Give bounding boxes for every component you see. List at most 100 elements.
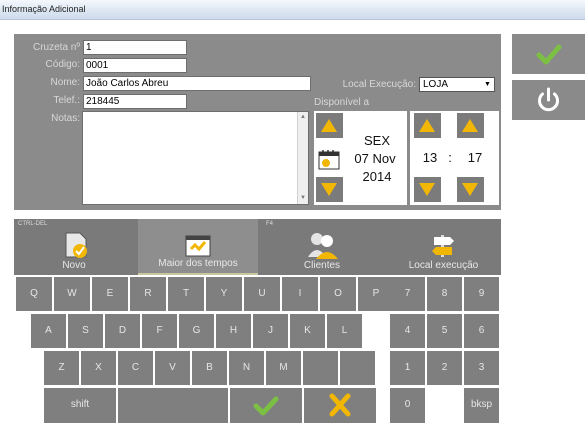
key-x[interactable]: X xyxy=(81,351,116,385)
key-3[interactable]: 3 xyxy=(464,351,499,385)
arrow-down-icon xyxy=(321,183,337,196)
arrow-up-icon xyxy=(462,119,478,132)
key-2[interactable]: 2 xyxy=(427,351,462,385)
key-9[interactable]: 9 xyxy=(464,277,499,311)
form-panel: Cruzeta nº 1 Código: 0001 Nome: João Car… xyxy=(14,34,501,210)
hour-down-button[interactable] xyxy=(414,177,441,202)
key-t[interactable]: T xyxy=(168,277,204,311)
tab-local-execucao[interactable]: Local execução xyxy=(386,219,501,275)
space-key[interactable] xyxy=(118,388,228,423)
key-r[interactable]: R xyxy=(130,277,166,311)
tab-novo[interactable]: CTRL-DEL Novo xyxy=(14,219,134,275)
arrow-down-icon xyxy=(462,183,478,196)
time-picker: 13 : 17 xyxy=(410,111,499,205)
date-picker: SEX 07 Nov 2014 xyxy=(314,111,407,205)
key-q[interactable]: Q xyxy=(16,277,52,311)
local-execucao-select[interactable]: LOJA ▼ xyxy=(419,77,495,92)
key-f[interactable]: F xyxy=(142,314,177,348)
key-comma[interactable] xyxy=(303,351,338,385)
tab-maior-label: Maior dos tempos xyxy=(158,258,238,269)
key-i[interactable]: I xyxy=(282,277,318,311)
nome-label: Nome: xyxy=(50,77,80,88)
hour-up-button[interactable] xyxy=(414,113,441,138)
time-minute: 17 xyxy=(467,150,483,165)
tab-novo-label: Novo xyxy=(62,260,86,271)
arrow-up-icon xyxy=(419,119,435,132)
key-o[interactable]: O xyxy=(320,277,356,311)
disponivel-label: Disponível a xyxy=(314,97,370,108)
key-g[interactable]: G xyxy=(179,314,214,348)
calendar-check-icon xyxy=(185,235,211,257)
local-execucao-label: Local Execução: xyxy=(342,79,416,90)
key-8[interactable]: 8 xyxy=(427,277,462,311)
backspace-key[interactable]: bksp xyxy=(464,388,499,423)
date-down-button[interactable] xyxy=(316,177,343,202)
tab-clientes-label: Clientes xyxy=(303,260,341,271)
tab-novo-shortcut: CTRL-DEL xyxy=(18,221,48,227)
key-a[interactable]: A xyxy=(31,314,66,348)
power-icon xyxy=(538,87,559,112)
checkmark-icon xyxy=(536,44,562,65)
key-6[interactable]: 6 xyxy=(464,314,499,348)
key-w[interactable]: W xyxy=(54,277,90,311)
users-icon xyxy=(308,233,338,259)
key-5[interactable]: 5 xyxy=(427,314,462,348)
minute-up-button[interactable] xyxy=(457,113,484,138)
notes-scrollbar[interactable]: ▲ ▼ xyxy=(297,112,308,204)
title-bar: Informação Adicional xyxy=(0,0,585,20)
codigo-label: Código: xyxy=(45,59,80,70)
signpost-icon xyxy=(432,235,454,257)
on-screen-keyboard: Q W E R T Y U I O P A S D F G H J K L Z … xyxy=(14,277,501,423)
key-k[interactable]: K xyxy=(290,314,325,348)
codigo-field[interactable]: 0001 xyxy=(83,58,187,73)
date-year: 2014 xyxy=(362,169,392,184)
key-b[interactable]: B xyxy=(192,351,227,385)
date-up-button[interactable] xyxy=(316,113,343,138)
telef-field[interactable]: 218445 xyxy=(83,94,187,109)
shift-key[interactable]: shift xyxy=(44,388,116,423)
key-m[interactable]: M xyxy=(266,351,301,385)
key-u[interactable]: U xyxy=(244,277,280,311)
key-v[interactable]: V xyxy=(155,351,190,385)
confirm-button[interactable] xyxy=(512,34,585,74)
scroll-up-icon[interactable]: ▲ xyxy=(298,112,308,123)
keyboard-cancel-button[interactable] xyxy=(304,388,376,423)
key-y[interactable]: Y xyxy=(206,277,242,311)
arrow-up-icon xyxy=(321,119,337,132)
calendar-icon xyxy=(318,150,340,170)
power-button[interactable] xyxy=(512,80,585,120)
tab-clientes[interactable]: F4 Clientes xyxy=(262,219,382,275)
chevron-down-icon[interactable]: ▼ xyxy=(482,79,493,90)
minute-down-button[interactable] xyxy=(457,177,484,202)
date-day-month: 07 Nov xyxy=(354,151,396,166)
notes-textarea[interactable]: ▲ ▼ xyxy=(82,111,309,205)
arrow-down-icon xyxy=(419,183,435,196)
key-n[interactable]: N xyxy=(229,351,264,385)
key-period[interactable] xyxy=(340,351,375,385)
keyboard-confirm-button[interactable] xyxy=(230,388,302,423)
key-7[interactable]: 7 xyxy=(390,277,425,311)
window-title: Informação Adicional xyxy=(2,4,86,14)
new-document-icon xyxy=(65,232,87,258)
key-c[interactable]: C xyxy=(118,351,153,385)
nome-field[interactable]: João Carlos Abreu xyxy=(83,76,311,91)
key-p[interactable]: P xyxy=(358,277,394,311)
key-j[interactable]: J xyxy=(253,314,288,348)
key-z[interactable]: Z xyxy=(44,351,79,385)
calendar-button[interactable] xyxy=(316,147,343,172)
tab-maior-dos-tempos[interactable]: Maior dos tempos xyxy=(138,219,258,275)
key-1[interactable]: 1 xyxy=(390,351,425,385)
key-e[interactable]: E xyxy=(92,277,128,311)
key-0[interactable]: 0 xyxy=(390,388,425,423)
scroll-down-icon[interactable]: ▼ xyxy=(298,193,308,204)
key-d[interactable]: D xyxy=(105,314,140,348)
key-4[interactable]: 4 xyxy=(390,314,425,348)
key-l[interactable]: L xyxy=(327,314,362,348)
tab-local-label: Local execução xyxy=(408,260,479,271)
key-h[interactable]: H xyxy=(216,314,251,348)
tab-clientes-shortcut: F4 xyxy=(266,221,274,227)
checkmark-icon xyxy=(253,396,279,416)
cruzeta-field[interactable]: 1 xyxy=(83,40,187,55)
notas-label: Notas: xyxy=(51,113,80,124)
key-s[interactable]: S xyxy=(68,314,103,348)
